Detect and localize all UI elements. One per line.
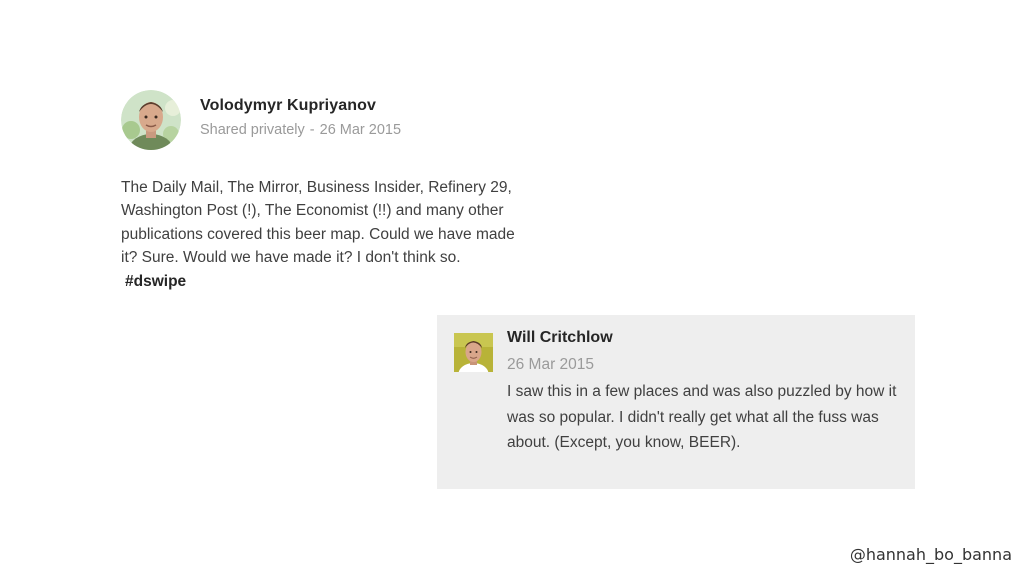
post-visibility: Shared privately bbox=[200, 122, 305, 138]
comment-date[interactable]: 26 Mar 2015 bbox=[507, 356, 897, 374]
post-card: Volodymyr Kupriyanov Shared privately -26… bbox=[121, 90, 531, 293]
comment-card: Will Critchlow 26 Mar 2015 I saw this in… bbox=[437, 315, 915, 489]
comment-avatar[interactable] bbox=[454, 333, 493, 372]
comment-author-name[interactable]: Will Critchlow bbox=[507, 329, 897, 347]
comment-content: Will Critchlow 26 Mar 2015 I saw this in… bbox=[507, 329, 897, 456]
post-author-name[interactable]: Volodymyr Kupriyanov bbox=[200, 97, 401, 115]
post-body-text: The Daily Mail, The Mirror, Business Ins… bbox=[121, 179, 515, 267]
post-body: The Daily Mail, The Mirror, Business Ins… bbox=[121, 176, 526, 293]
twitter-handle: @hannah_bo_banna bbox=[849, 545, 1012, 564]
avatar[interactable] bbox=[121, 90, 181, 150]
post-date[interactable]: 26 Mar 2015 bbox=[320, 122, 401, 138]
comment-body: I saw this in a few places and was also … bbox=[507, 383, 897, 451]
post-meta: Volodymyr Kupriyanov Shared privately -26… bbox=[200, 90, 401, 138]
post-separator: - bbox=[309, 122, 315, 138]
post-subline: Shared privately -26 Mar 2015 bbox=[200, 122, 401, 138]
post-header: Volodymyr Kupriyanov Shared privately -26… bbox=[121, 90, 531, 150]
slide: Volodymyr Kupriyanov Shared privately -26… bbox=[0, 0, 1024, 576]
hashtag-link[interactable]: #dswipe bbox=[125, 273, 186, 290]
